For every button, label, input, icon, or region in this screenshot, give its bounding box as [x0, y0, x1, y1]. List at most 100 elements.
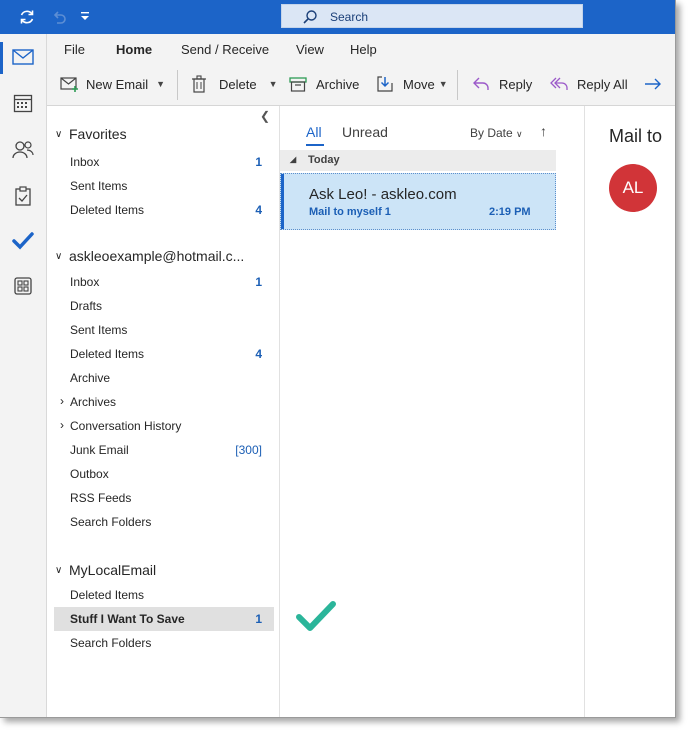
tab-file[interactable]: File: [64, 42, 85, 57]
folder-item-junk[interactable]: Junk Email [300]: [54, 438, 274, 462]
move-icon: [377, 76, 393, 92]
folder-label: Deleted Items: [70, 588, 145, 602]
mail-icon[interactable]: [9, 43, 37, 71]
folder-label: Archives: [70, 395, 117, 409]
reply-button[interactable]: Reply: [472, 72, 532, 96]
delete-label: Delete: [219, 76, 257, 92]
date-group-header[interactable]: ◢ Today: [280, 150, 556, 171]
tab-send-receive[interactable]: Send / Receive: [181, 42, 269, 57]
undo-icon[interactable]: [50, 8, 68, 26]
folder-pane: ❮ ∨ Favorites Inbox 1 Sent Items Deleted …: [47, 106, 280, 717]
ribbon-toolbar: New Email ▼ Delete ▼ Archive Move ▼ Repl…: [47, 64, 675, 106]
title-bar: Search: [0, 0, 675, 34]
chevron-down-icon[interactable]: ▼: [439, 79, 448, 89]
expand-chevron-icon[interactable]: ›: [60, 394, 64, 408]
local-store-header[interactable]: ∨ MyLocalEmail: [55, 562, 156, 578]
folder-item-search-folders[interactable]: Search Folders: [54, 631, 274, 655]
sync-icon[interactable]: [18, 8, 36, 26]
checkmark-icon: [296, 601, 336, 631]
message-sender: Ask Leo! - askleo.com: [309, 186, 457, 203]
message-time: 2:19 PM: [489, 206, 531, 218]
local-store-title: MyLocalEmail: [69, 562, 157, 578]
message-item[interactable]: Ask Leo! - askleo.com Mail to myself 1 2…: [280, 173, 556, 230]
tab-help[interactable]: Help: [350, 42, 377, 57]
date-group-label: Today: [308, 154, 340, 166]
folder-item-archive[interactable]: Archive: [54, 366, 274, 390]
delete-button[interactable]: Delete ▼: [191, 72, 278, 96]
tab-underline: [114, 27, 155, 29]
divider: [177, 70, 178, 100]
folder-label: Archive: [70, 371, 111, 385]
folder-item-deleted[interactable]: Deleted Items 4: [54, 342, 274, 366]
expand-chevron-icon[interactable]: ›: [60, 418, 64, 432]
filter-all-tab[interactable]: All: [306, 124, 322, 140]
chevron-down-icon[interactable]: ▼: [269, 79, 278, 89]
collapse-triangle-icon: ◢: [290, 155, 297, 164]
reply-label: Reply: [499, 76, 533, 92]
search-box[interactable]: Search: [281, 4, 583, 28]
ribbon-tabs: File Home Send / Receive View Help: [47, 34, 675, 64]
move-button[interactable]: Move ▼: [376, 72, 448, 96]
folder-label: Search Folders: [70, 515, 152, 529]
folder-label: Inbox: [70, 275, 100, 289]
folder-label: RSS Feeds: [70, 491, 132, 505]
tab-home[interactable]: Home: [116, 42, 152, 57]
folder-item-rss[interactable]: RSS Feeds: [54, 486, 274, 510]
apps-icon[interactable]: [9, 272, 37, 300]
expand-chevron-icon: ∨: [55, 128, 63, 140]
collapse-pane-icon[interactable]: ❮: [260, 109, 270, 123]
message-subject: Mail to myself 1: [309, 206, 391, 218]
folder-item-deleted[interactable]: Deleted Items 4: [54, 198, 274, 222]
sort-direction-icon[interactable]: ↑: [540, 123, 547, 139]
tab-view[interactable]: View: [296, 42, 324, 57]
archive-icon: [289, 77, 307, 92]
unread-count: 4: [255, 203, 262, 217]
reply-all-button[interactable]: Reply All: [549, 72, 628, 96]
folder-label: Deleted Items: [70, 347, 145, 361]
new-email-icon: [60, 77, 78, 92]
folder-label: Outbox: [70, 467, 109, 481]
trash-icon: [192, 75, 206, 93]
people-icon[interactable]: [9, 136, 37, 164]
folder-label: Deleted Items: [70, 203, 145, 217]
filter-unread-tab[interactable]: Unread: [342, 124, 388, 140]
folder-item-drafts[interactable]: Drafts: [54, 294, 274, 318]
todo-check-icon[interactable]: [9, 227, 37, 255]
folder-item-sent[interactable]: Sent Items: [54, 174, 274, 198]
sort-dropdown[interactable]: By Date ∨: [470, 126, 523, 140]
folder-item-stuff-i-want-to-save[interactable]: Stuff I Want To Save 1: [54, 607, 274, 631]
search-icon: [303, 10, 317, 24]
account-title: askleoexample@hotmail.c...: [69, 248, 245, 264]
account-header[interactable]: ∨ askleoexample@hotmail.c...: [55, 248, 244, 264]
sort-label: By Date: [470, 126, 513, 140]
folder-item-outbox[interactable]: Outbox: [54, 462, 274, 486]
active-indicator: [0, 42, 3, 74]
folder-item-conversation-history[interactable]: › Conversation History: [54, 414, 274, 438]
folder-label: Sent Items: [70, 323, 128, 337]
folder-item-deleted[interactable]: Deleted Items: [54, 583, 274, 607]
folder-item-archives[interactable]: › Archives: [54, 390, 274, 414]
reading-subject: Mail to: [609, 126, 663, 146]
folder-item-search-folders[interactable]: Search Folders: [54, 510, 274, 534]
divider: [457, 70, 458, 100]
tasks-icon[interactable]: [9, 182, 37, 210]
customize-icon[interactable]: [80, 10, 98, 28]
folder-label: Drafts: [70, 299, 103, 313]
folder-item-inbox[interactable]: Inbox 1: [54, 150, 274, 174]
calendar-icon[interactable]: [9, 89, 37, 117]
tab-underline: [306, 144, 324, 146]
new-email-button[interactable]: New Email ▼: [60, 72, 165, 96]
archive-button[interactable]: Archive: [289, 72, 359, 96]
reading-pane: Mail to AL: [585, 106, 675, 717]
forward-button[interactable]: [644, 72, 662, 96]
reply-all-icon: [550, 77, 568, 90]
avatar[interactable]: AL: [609, 164, 657, 212]
chevron-down-icon[interactable]: ▼: [156, 79, 165, 89]
favorites-header[interactable]: ∨ Favorites: [55, 126, 127, 142]
search-label: Search: [330, 10, 369, 24]
folder-label: Sent Items: [70, 179, 128, 193]
nav-rail: [0, 34, 47, 717]
folder-item-sent[interactable]: Sent Items: [54, 318, 274, 342]
expand-chevron-icon: ∨: [55, 564, 63, 576]
folder-item-inbox[interactable]: Inbox 1: [54, 270, 274, 294]
